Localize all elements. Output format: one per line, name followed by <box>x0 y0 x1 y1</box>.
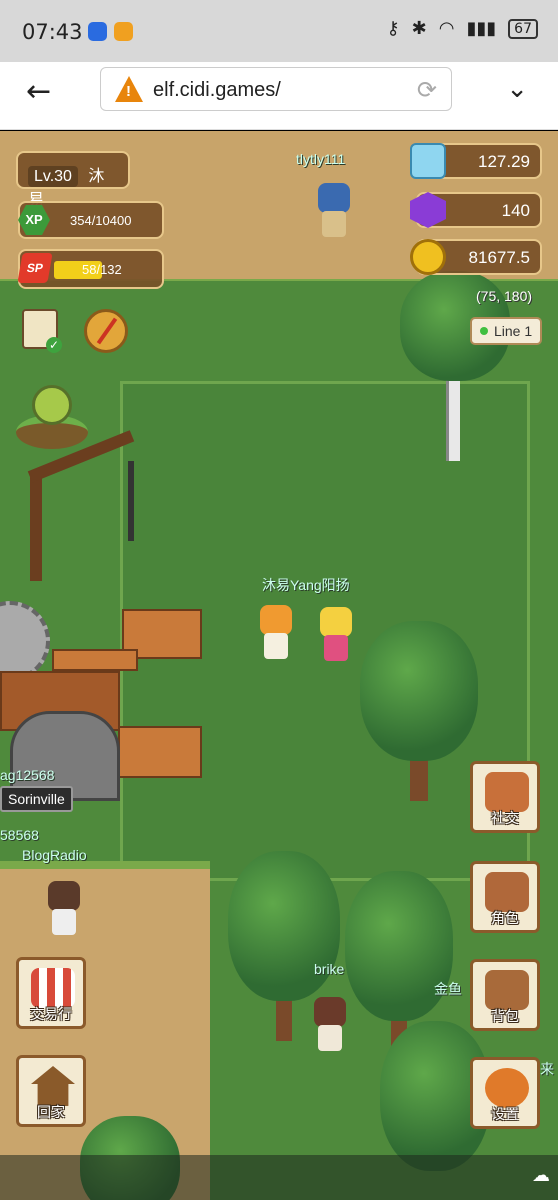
back-arrow-icon[interactable]: ← <box>26 74 51 109</box>
player-tag-gold: 金鱼 <box>434 981 462 997</box>
address-bar[interactable]: ! elf.cidi.games/ ⟳ <box>100 67 452 111</box>
reload-icon[interactable]: ⟳ <box>417 76 437 105</box>
clock: 07:43 <box>22 20 83 44</box>
gear-icon <box>485 1068 529 1108</box>
social-button[interactable]: 社交 <box>470 761 540 833</box>
character-icon <box>485 872 529 912</box>
xp-value: 354/10400 <box>70 213 132 228</box>
companion-character[interactable] <box>316 607 356 665</box>
party-name-tag: 沐易Yang阳扬 <box>262 577 350 593</box>
player-tag-left-3: BlogRadio <box>22 847 87 863</box>
player-character-brike[interactable] <box>310 997 350 1055</box>
server-line-button[interactable]: Line 1 <box>470 317 542 345</box>
coin-value: 81677.5 <box>468 248 530 267</box>
player-tag-right: 来 <box>540 1061 554 1077</box>
character-button[interactable]: 角色 <box>470 861 540 933</box>
signal-icon: ▮▮▮ <box>466 18 497 38</box>
diamond-icon <box>410 143 446 179</box>
map-coordinates: (75, 180) <box>476 288 533 304</box>
gem-value: 140 <box>501 201 530 220</box>
xp-bar: XP 354/10400 <box>18 201 164 239</box>
player-character-top[interactable] <box>314 183 354 241</box>
battery-icon: 67 <box>508 18 538 39</box>
level-panel[interactable]: Lv.30 沐易 <box>16 151 130 209</box>
browser-toolbar: ← ! elf.cidi.games/ ⟳ ⌄ <box>0 62 558 130</box>
key-icon: ⚷ <box>386 18 400 38</box>
quest-scroll-icon[interactable] <box>22 309 62 353</box>
server-line-label: Line 1 <box>494 323 533 339</box>
coin-icon <box>410 239 446 275</box>
not-secure-warning-icon[interactable]: ! <box>115 76 143 102</box>
sp-bar: SP 58/132 <box>17 249 164 289</box>
sp-icon: SP <box>17 253 53 283</box>
market-stall-icon <box>31 968 75 1008</box>
game-canvas[interactable]: Sorinville Lv.30 沐易 XP 354/10400 SP 58/1… <box>0 131 558 1200</box>
cloud-upload-icon[interactable]: ☁ <box>532 1165 550 1186</box>
settings-button[interactable]: 设置 <box>470 1057 540 1129</box>
xp-icon: XP <box>18 205 50 235</box>
compass-icon[interactable] <box>84 309 128 353</box>
player-tag-top: tlytly111 <box>296 151 346 167</box>
bulb-app-icon <box>88 22 107 41</box>
orange-app-icon <box>114 22 133 41</box>
backpack-icon <box>485 970 529 1010</box>
status-bar: 07:43 ⚷ ✱ ◠ ▮▮▮ 67 <box>0 0 558 62</box>
pet-sprout[interactable] <box>16 371 88 451</box>
npc-left[interactable] <box>44 881 84 939</box>
bluetooth-icon: ✱ <box>411 18 427 38</box>
player-tag-left-1: ag12568 <box>0 767 55 783</box>
my-character[interactable] <box>256 605 296 663</box>
diamond-value: 127.29 <box>478 152 530 171</box>
social-icon <box>485 772 529 812</box>
sp-value: 58/132 <box>82 262 122 277</box>
market-button[interactable]: 交易行 <box>16 957 86 1029</box>
url-text[interactable]: elf.cidi.games/ <box>153 79 281 102</box>
player-tag-brike: brike <box>314 961 345 977</box>
bag-button[interactable]: 背包 <box>470 959 540 1031</box>
system-icons: ⚷ ✱ ◠ ▮▮▮ 67 <box>386 18 538 39</box>
bottom-overlay-bar <box>0 1155 558 1200</box>
home-button[interactable]: 回家 <box>16 1055 86 1127</box>
wifi-icon: ◠ <box>438 18 455 38</box>
player-tag-left-2: 58568 <box>0 827 39 843</box>
level-text: Lv.30 <box>28 166 78 187</box>
chevron-down-icon[interactable]: ⌄ <box>506 74 528 104</box>
place-label[interactable]: Sorinville <box>0 786 73 812</box>
online-dot-icon <box>480 327 488 335</box>
home-icon <box>31 1066 75 1106</box>
